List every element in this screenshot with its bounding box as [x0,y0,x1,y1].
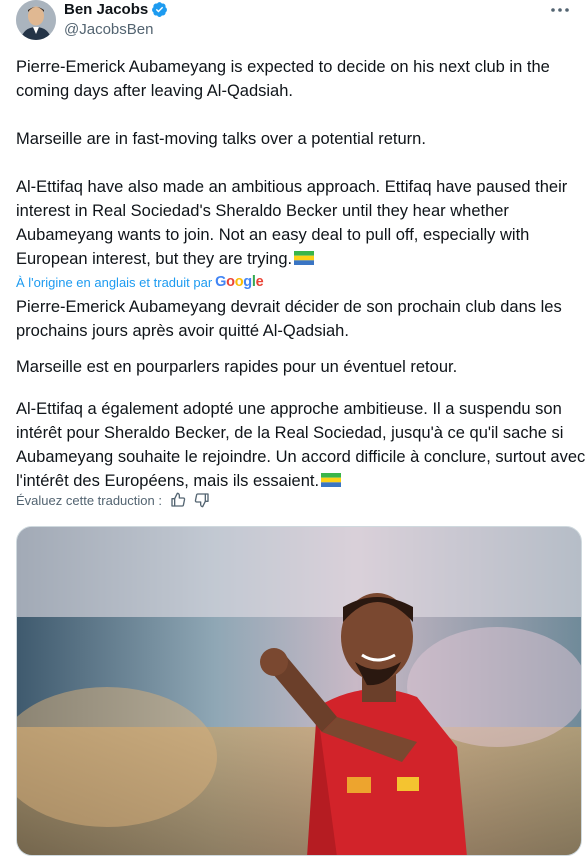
tweet-paragraph-with-flag: Al-Ettifaq have also made an ambitious a… [16,175,586,271]
avatar[interactable] [16,0,56,40]
gabon-flag-icon [321,473,342,487]
tweet-paragraph: Marseille are in fast-moving talks over … [16,130,426,148]
translated-paragraph: Pierre-Emerick Aubameyang devrait décide… [16,298,567,340]
google-logo-icon: Google [215,274,264,290]
thumbs-up-icon[interactable] [170,492,186,508]
rate-translation: Évaluez cette traduction : [16,492,210,508]
author-name[interactable]: Ben Jacobs [64,1,148,18]
thumbs-down-icon[interactable] [194,492,210,508]
translation-notice-text: À l'origine en anglais et traduit par [16,274,213,290]
translated-paragraph: Marseille est en pourparlers rapides pou… [16,358,458,376]
gabon-flag-icon [294,251,315,265]
translation-notice[interactable]: À l'origine en anglais et traduit par Go… [16,273,264,291]
author-handle[interactable]: @JacobsBen [64,21,153,38]
tweet-header: Ben Jacobs @JacobsBen [16,0,582,44]
author-row: Ben Jacobs [64,1,168,18]
translated-paragraph-with-flag: Al-Ettifaq a également adopté une approc… [16,397,586,493]
more-options-icon[interactable] [548,0,572,20]
tweet-photo[interactable] [16,526,582,856]
translated-paragraph: Al-Ettifaq a également adopté une approc… [16,400,586,490]
tweet-paragraph: Pierre-Emerick Aubameyang is expected to… [16,58,555,100]
rate-translation-label: Évaluez cette traduction : [16,492,162,508]
verified-badge-icon [151,1,168,18]
